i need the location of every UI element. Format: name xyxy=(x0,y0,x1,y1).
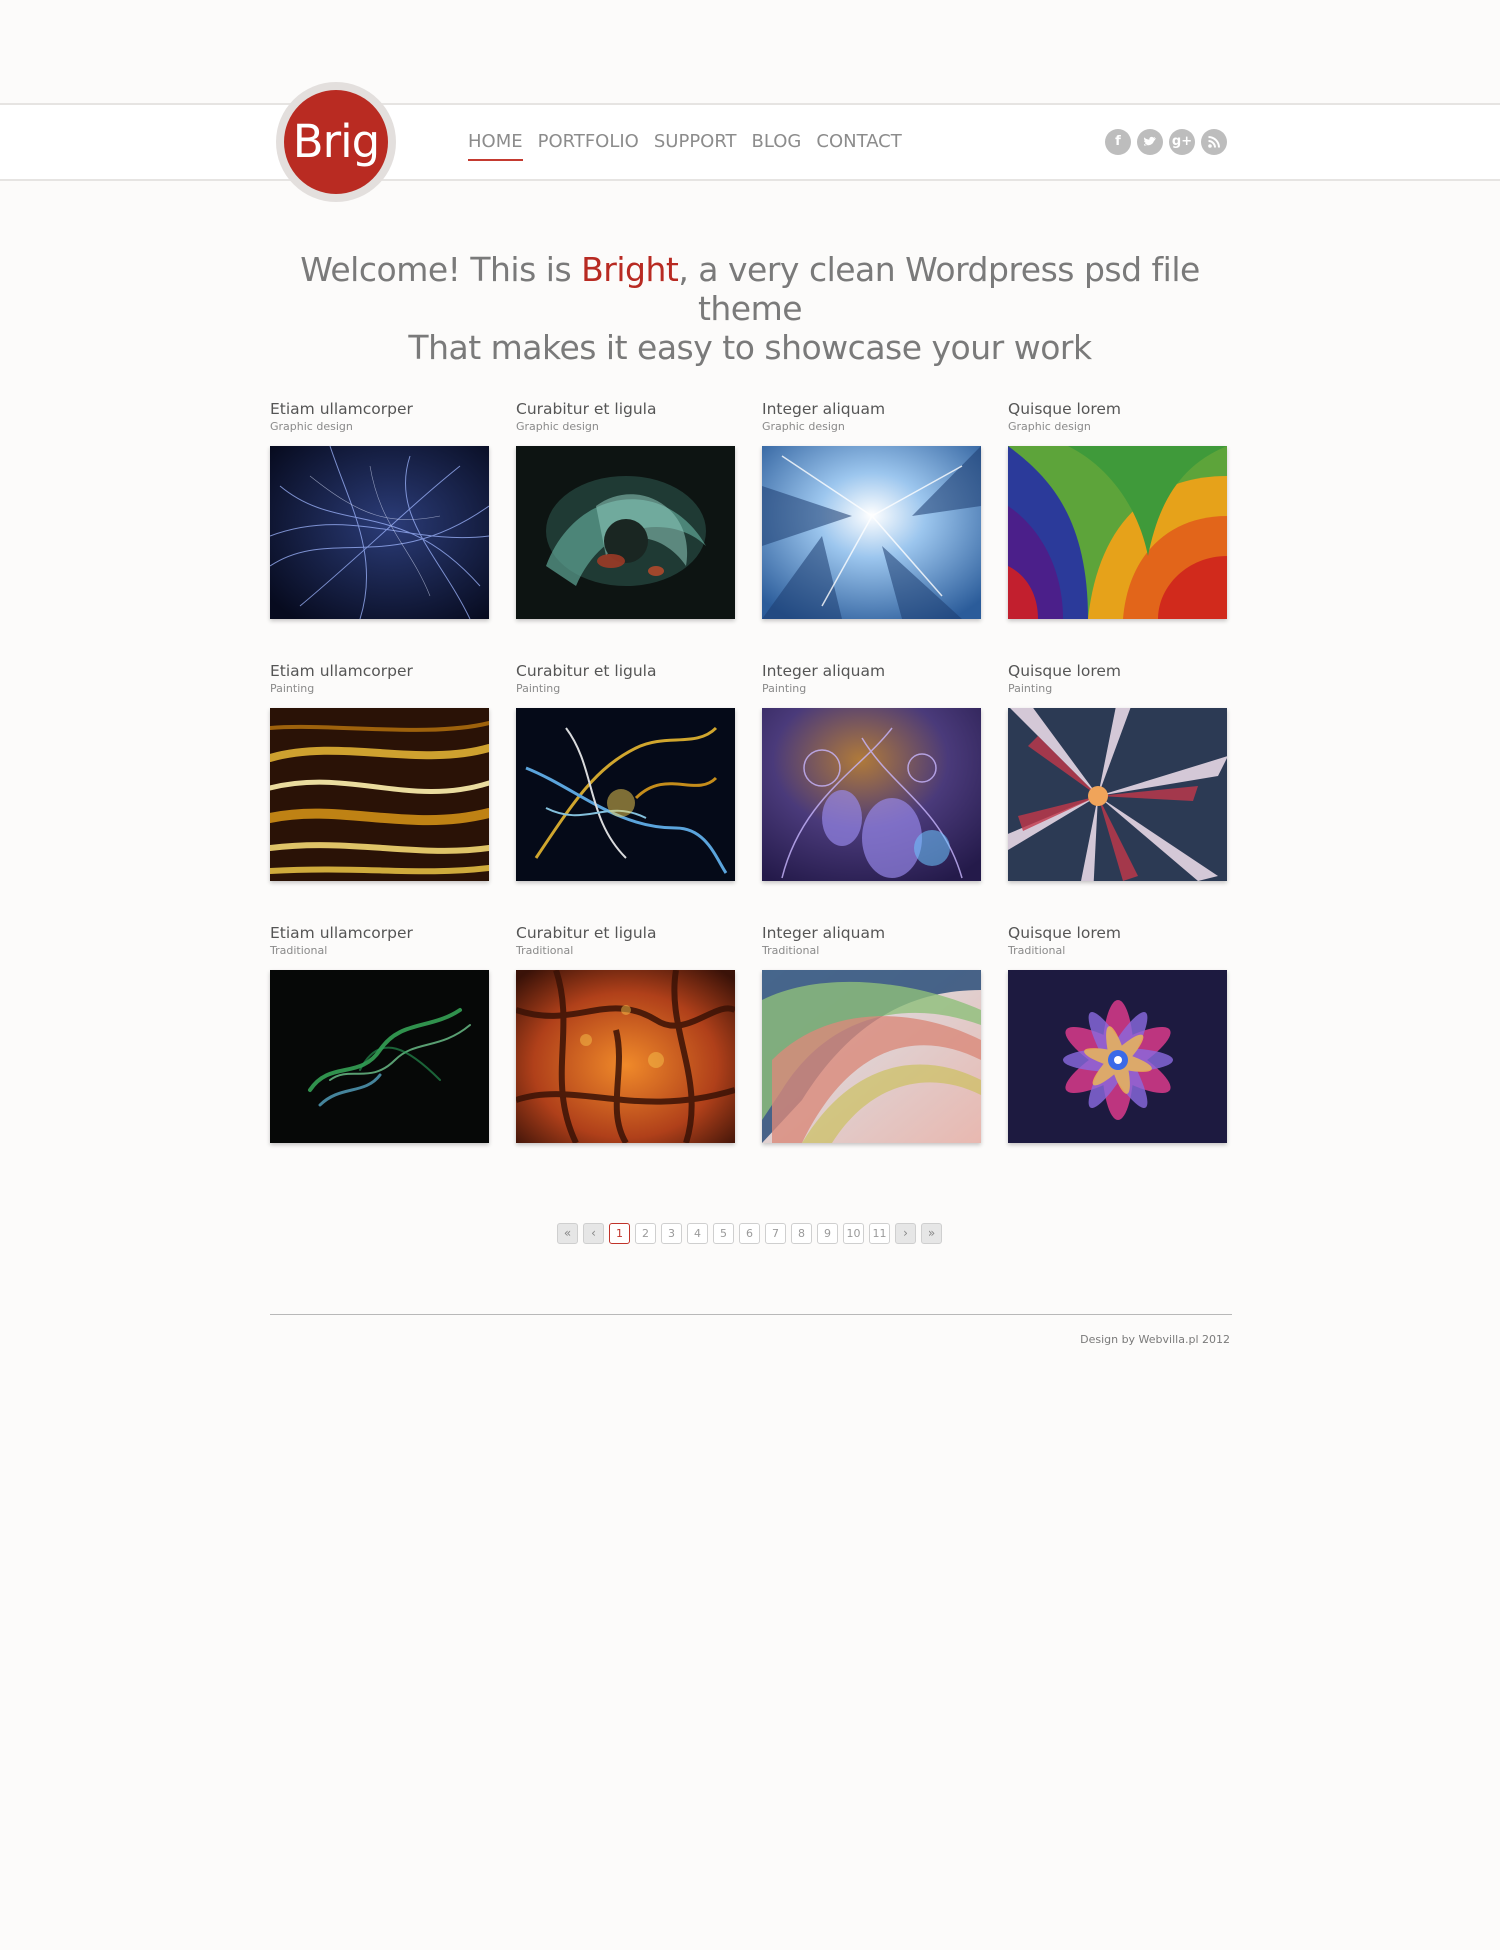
portfolio-thumbnail[interactable] xyxy=(270,446,489,619)
page-button[interactable]: 10 xyxy=(843,1223,864,1244)
portfolio-item-category: Traditional xyxy=(516,944,574,957)
portfolio-thumbnail[interactable] xyxy=(1008,708,1227,881)
welcome-line2: That makes it easy to showcase your work xyxy=(408,328,1092,367)
portfolio-thumbnail[interactable] xyxy=(762,708,981,881)
portfolio-thumbnail[interactable] xyxy=(516,446,735,619)
portfolio-item-title[interactable]: Quisque lorem xyxy=(1008,400,1227,419)
logo[interactable]: Brig xyxy=(276,82,396,202)
nav-item-portfolio[interactable]: PORTFOLIO xyxy=(538,131,639,161)
portfolio-item-category: Painting xyxy=(516,682,561,695)
portfolio-item-category: Painting xyxy=(270,682,315,695)
portfolio-item[interactable]: Curabitur et ligula Painting xyxy=(516,662,735,882)
social-links: f g+ xyxy=(1105,129,1227,155)
portfolio-item-title[interactable]: Integer aliquam xyxy=(762,662,981,681)
welcome-suffix: , a very clean Wordpress psd file theme xyxy=(678,250,1200,328)
page-button[interactable]: 3 xyxy=(661,1223,682,1244)
portfolio-item-title[interactable]: Etiam ullamcorper xyxy=(270,400,489,419)
welcome-headline: Welcome! This is Bright, a very clean Wo… xyxy=(250,250,1250,367)
portfolio-item[interactable]: Quisque lorem Graphic design xyxy=(1008,400,1227,620)
portfolio-item[interactable]: Integer aliquam Graphic design xyxy=(762,400,981,620)
portfolio-item-title[interactable]: Integer aliquam xyxy=(762,400,981,419)
portfolio-item-category: Traditional xyxy=(1008,944,1066,957)
page-button[interactable]: 7 xyxy=(765,1223,786,1244)
portfolio-item-title[interactable]: Quisque lorem xyxy=(1008,662,1227,681)
facebook-icon[interactable]: f xyxy=(1105,129,1131,155)
portfolio-item-title[interactable]: Curabitur et ligula xyxy=(516,662,735,681)
nav-item-contact[interactable]: CONTACT xyxy=(816,131,901,161)
pagination: « ‹ 1 2 3 4 5 6 7 8 9 10 11 › » xyxy=(557,1223,942,1244)
portfolio-item[interactable]: Etiam ullamcorper Painting xyxy=(270,662,489,882)
page-button[interactable]: 6 xyxy=(739,1223,760,1244)
main-nav: HOME PORTFOLIO SUPPORT BLOG CONTACT xyxy=(468,131,902,161)
welcome-prefix: Welcome! This is xyxy=(300,250,582,289)
googleplus-icon[interactable]: g+ xyxy=(1169,129,1195,155)
portfolio-item[interactable]: Integer aliquam Traditional xyxy=(762,924,981,1144)
nav-item-support[interactable]: SUPPORT xyxy=(654,131,737,161)
first-page-button[interactable]: « xyxy=(557,1223,578,1244)
portfolio-grid: Etiam ullamcorper Graphic design Curabit… xyxy=(270,400,1230,1144)
twitter-icon[interactable] xyxy=(1137,129,1163,155)
nav-item-home[interactable]: HOME xyxy=(468,131,523,161)
portfolio-item-category: Painting xyxy=(762,682,807,695)
portfolio-thumbnail[interactable] xyxy=(762,446,981,619)
portfolio-item-title[interactable]: Etiam ullamcorper xyxy=(270,924,489,943)
next-page-button[interactable]: › xyxy=(895,1223,916,1244)
portfolio-item-category: Graphic design xyxy=(516,420,599,433)
portfolio-item-title[interactable]: Integer aliquam xyxy=(762,924,981,943)
footer-credit: Design by Webvilla.pl 2012 xyxy=(1080,1333,1230,1346)
page-button[interactable]: 8 xyxy=(791,1223,812,1244)
portfolio-item[interactable]: Quisque lorem Traditional xyxy=(1008,924,1227,1144)
portfolio-item[interactable]: Curabitur et ligula Traditional xyxy=(516,924,735,1144)
logo-text: Brig xyxy=(284,90,388,194)
last-page-button[interactable]: » xyxy=(921,1223,942,1244)
page-button[interactable]: 11 xyxy=(869,1223,890,1244)
rss-icon[interactable] xyxy=(1201,129,1227,155)
portfolio-item-category: Graphic design xyxy=(1008,420,1091,433)
portfolio-item[interactable]: Etiam ullamcorper Graphic design xyxy=(270,400,489,620)
portfolio-item[interactable]: Integer aliquam Painting xyxy=(762,662,981,882)
page-button[interactable]: 4 xyxy=(687,1223,708,1244)
portfolio-thumbnail[interactable] xyxy=(516,708,735,881)
prev-page-button[interactable]: ‹ xyxy=(583,1223,604,1244)
footer-divider xyxy=(270,1314,1232,1315)
portfolio-item-title[interactable]: Quisque lorem xyxy=(1008,924,1227,943)
page-button[interactable]: 5 xyxy=(713,1223,734,1244)
portfolio-item-title[interactable]: Etiam ullamcorper xyxy=(270,662,489,681)
nav-item-blog[interactable]: BLOG xyxy=(752,131,802,161)
portfolio-item-category: Painting xyxy=(1008,682,1053,695)
portfolio-item-category: Traditional xyxy=(762,944,820,957)
portfolio-thumbnail[interactable] xyxy=(270,708,489,881)
portfolio-thumbnail[interactable] xyxy=(270,970,489,1143)
page-button[interactable]: 2 xyxy=(635,1223,656,1244)
portfolio-item[interactable]: Curabitur et ligula Graphic design xyxy=(516,400,735,620)
portfolio-thumbnail[interactable] xyxy=(516,970,735,1143)
portfolio-thumbnail[interactable] xyxy=(1008,446,1227,619)
portfolio-item[interactable]: Quisque lorem Painting xyxy=(1008,662,1227,882)
portfolio-item-title[interactable]: Curabitur et ligula xyxy=(516,924,735,943)
portfolio-item-category: Graphic design xyxy=(762,420,845,433)
page-button[interactable]: 9 xyxy=(817,1223,838,1244)
portfolio-item-title[interactable]: Curabitur et ligula xyxy=(516,400,735,419)
portfolio-item[interactable]: Etiam ullamcorper Traditional xyxy=(270,924,489,1144)
portfolio-thumbnail[interactable] xyxy=(762,970,981,1143)
portfolio-thumbnail[interactable] xyxy=(1008,970,1227,1143)
portfolio-item-category: Graphic design xyxy=(270,420,353,433)
page-button[interactable]: 1 xyxy=(609,1223,630,1244)
welcome-brand: Bright xyxy=(581,250,679,289)
portfolio-item-category: Traditional xyxy=(270,944,328,957)
